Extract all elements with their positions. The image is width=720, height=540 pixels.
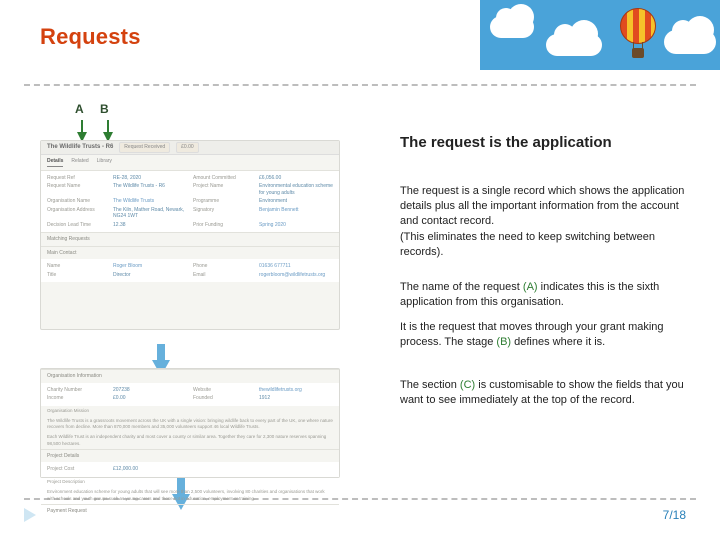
field-label: Prior Funding — [193, 222, 253, 229]
field-value: £12,000.00 — [113, 466, 187, 473]
callout-letter-a: A — [75, 102, 84, 116]
section-project: Project Details — [41, 449, 339, 463]
page-title: Requests — [40, 24, 141, 50]
field-label — [193, 466, 253, 473]
field-label: Programme — [193, 198, 253, 205]
field-label: Project Cost — [47, 466, 107, 473]
body-text: The name of the request — [400, 281, 523, 293]
mission-text: Each Wildlife Trust is an independent ch… — [41, 432, 339, 449]
tab-library: Library — [97, 158, 112, 167]
section-contact: Main Contact — [41, 246, 339, 260]
field-label: Income — [47, 395, 107, 402]
field-value: 207238 — [113, 387, 187, 394]
body-text: The section — [400, 379, 460, 391]
divider-top — [24, 84, 696, 86]
body-text: defines where it is. — [511, 336, 605, 348]
field-label: Website — [193, 387, 253, 394]
field-label: Decision Lead Time — [47, 222, 107, 229]
field-label: Founded — [193, 395, 253, 402]
stage-pill: Request Received — [119, 142, 170, 153]
page-number: 7/18 — [663, 508, 686, 522]
field-value: 1912 — [259, 395, 333, 402]
field-value: Director — [113, 272, 187, 279]
field-value: RE-28, 2020 — [113, 175, 187, 182]
field-label: Request Ref — [47, 175, 107, 182]
field-label: Request Name — [47, 183, 107, 196]
description-text: Environment education scheme for young a… — [41, 487, 339, 504]
mission-text: The Wildlife Trusts is a grassroots move… — [41, 416, 339, 433]
section-payment: Payment Request — [41, 504, 339, 518]
field-label: Organisation Name — [47, 198, 107, 205]
sky-decor — [480, 0, 720, 70]
play-icon — [24, 508, 36, 522]
field-label: Signatory — [193, 207, 253, 220]
cloud-icon — [664, 30, 716, 54]
field-label: Organisation Mission — [47, 408, 89, 413]
record-screenshot-bottom: Organisation Information Charity Number 2… — [40, 368, 340, 478]
field-value: The Wildlife Trusts - R6 — [113, 183, 187, 196]
field-label: Project Description — [47, 479, 85, 484]
field-label: Project Name — [193, 183, 253, 196]
callout-ref: (C) — [460, 379, 475, 391]
field-value: Spring 2020 — [259, 222, 333, 229]
field-value: 12.38 — [113, 222, 187, 229]
section-org-info: Organisation Information — [41, 369, 339, 383]
field-label: Email — [193, 272, 253, 279]
cloud-icon — [490, 16, 534, 38]
field-value: rogerbloom@wildlifetrusts.org — [259, 272, 333, 279]
project-fields: Project Cost £12,000.00 — [41, 462, 339, 477]
contact-fields: Name Roger Bloom Phone 01636 677711 Title Di… — [41, 259, 339, 282]
field-value: £0.00 — [113, 395, 187, 402]
field-value: Roger Bloom — [113, 263, 187, 270]
org-fields: Charity Number 207238 Website thewildlifetr… — [41, 383, 339, 406]
callout-letter-b: B — [100, 102, 109, 116]
body-text: The request is a single record which sho… — [400, 185, 684, 227]
field-label: Phone — [193, 263, 253, 270]
tab-details: Details — [47, 158, 63, 167]
field-value: The Kiln, Mather Road, Newark, NG24 1WT — [113, 207, 187, 220]
amount-pill: £0.00 — [176, 142, 199, 153]
field-label: Title — [47, 272, 107, 279]
section-matching: Matching Requests — [41, 232, 339, 246]
section-heading: The request is the application — [400, 134, 700, 151]
body-paragraph-4: The section (C) is customisable to show … — [400, 378, 700, 408]
field-value: The Wildlife Trusts — [113, 198, 187, 205]
body-text: (This eliminates the need to keep switch… — [400, 231, 655, 258]
field-value: Benjamin Bennett — [259, 207, 333, 220]
field-value: Environmental education scheme for young… — [259, 183, 333, 196]
record-screenshot-top: The Wildlife Trusts - R6 Request Receive… — [40, 140, 340, 330]
body-paragraph-1: The request is a single record which sho… — [400, 184, 700, 260]
cloud-icon — [546, 34, 602, 56]
record-tabs: Details Related Library — [41, 155, 339, 171]
body-paragraph-3: It is the request that moves through you… — [400, 320, 700, 350]
field-label: Amount Committed — [193, 175, 253, 182]
field-label: Name — [47, 263, 107, 270]
field-value — [259, 466, 333, 473]
callout-ref: (A) — [523, 281, 538, 293]
callout-ref: (B) — [496, 336, 511, 348]
body-paragraph-2: The name of the request (A) indicates th… — [400, 280, 700, 310]
tab-related: Related — [71, 158, 88, 167]
summary-fields: Request Ref RE-28, 2020 Amount Committed £6… — [41, 171, 339, 233]
field-value: 01636 677711 — [259, 263, 333, 270]
field-value: thewildlifetrusts.org — [259, 387, 333, 394]
field-value: £6,056.00 — [259, 175, 333, 182]
field-value: Environment — [259, 198, 333, 205]
field-label: Charity Number — [47, 387, 107, 394]
record-title: The Wildlife Trusts - R6 — [47, 144, 113, 152]
balloon-icon — [620, 8, 656, 64]
field-label: Organisation Address — [47, 207, 107, 220]
